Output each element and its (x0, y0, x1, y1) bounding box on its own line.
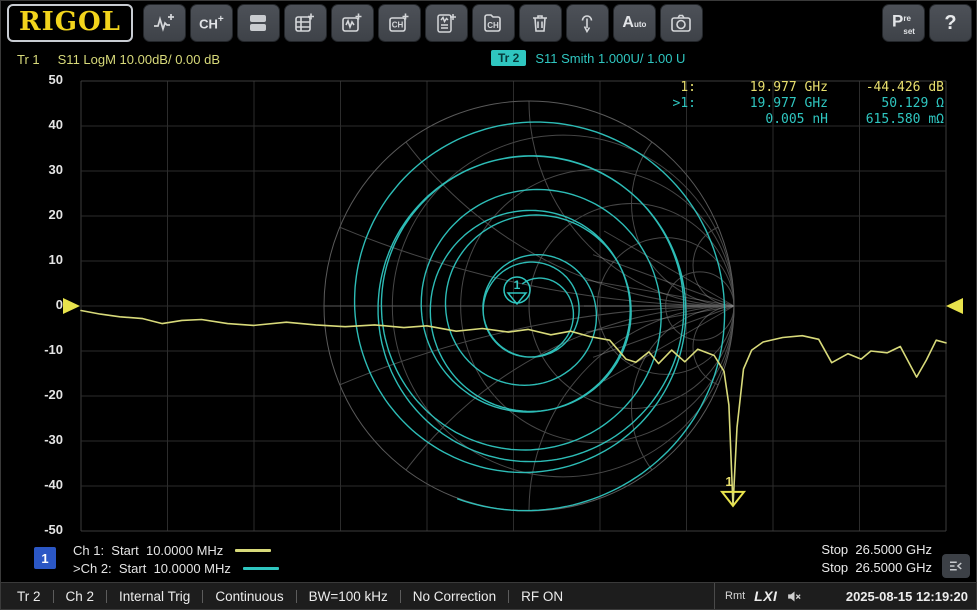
marker-stimulus: 19.977 GHz (696, 96, 828, 112)
trace2-settings: S11 Smith 1.000U/ 1.00 U (535, 51, 685, 66)
marker-stimulus: 0.005 nH (696, 112, 828, 128)
trace2-active-badge: Tr 2 (491, 50, 526, 66)
marker-id (656, 112, 696, 128)
marker-value: -44.426 dB (828, 80, 944, 96)
marker-value: 50.129 Ω (828, 96, 944, 112)
marker-stimulus: 19.977 GHz (696, 80, 828, 96)
trace2-color-swatch (243, 567, 279, 570)
status-correction[interactable]: No Correction (413, 589, 496, 604)
marker-readout: 1: 19.977 GHz -44.426 dB >1: 19.977 GHz … (656, 80, 944, 128)
remote-indicator: Rmt (725, 590, 745, 602)
channel1-start: Ch 1: Start 10.0000 MHz (73, 543, 223, 558)
channel2-stop: Stop 26.5000 GHz (821, 559, 932, 577)
y-axis-label: 50 (15, 72, 63, 87)
status-divider (106, 590, 107, 603)
status-active-channel[interactable]: Ch 2 (66, 589, 95, 604)
channel2-start: >Ch 2: Start 10.0000 MHz (73, 561, 231, 576)
status-rf[interactable]: RF ON (521, 589, 563, 604)
smith-marker-1: 1 (504, 277, 530, 304)
status-divider (508, 590, 509, 603)
trace1-settings: S11 LogM 10.00dB/ 0.00 dB (58, 52, 220, 67)
window-number-badge: 1 (34, 547, 56, 569)
channel-info: 1 Ch 1: Start 10.0000 MHz >Ch 2: Start 1… (1, 539, 977, 583)
svg-text:1: 1 (514, 278, 521, 292)
status-sweep-mode[interactable]: Continuous (215, 589, 283, 604)
trace1-label: Tr 1 (17, 52, 40, 67)
collapse-menu-icon (947, 557, 965, 575)
speaker-muted-icon[interactable] (786, 588, 803, 605)
y-axis-label: 10 (15, 252, 63, 267)
status-divider (202, 590, 203, 603)
marker-id: 1: (656, 80, 696, 96)
marker-row: 0.005 nH 615.580 mΩ (656, 112, 944, 128)
status-trigger[interactable]: Internal Trig (119, 589, 190, 604)
y-axis-label: -30 (15, 432, 63, 447)
channel-rows: Ch 1: Start 10.0000 MHz >Ch 2: Start 10.… (73, 541, 279, 577)
svg-text:1: 1 (725, 474, 732, 489)
y-axis-label: 40 (15, 117, 63, 132)
status-bandwidth[interactable]: BW=100 kHz (309, 589, 388, 604)
status-divider (53, 590, 54, 603)
y-axis-label: 20 (15, 207, 63, 222)
status-divider (400, 590, 401, 603)
y-axis-label: -40 (15, 477, 63, 492)
lxi-indicator: LXI (754, 588, 777, 604)
trace1-color-swatch (235, 549, 271, 552)
trace2-info[interactable]: Tr 2 S11 Smith 1.000U/ 1.00 U (491, 50, 685, 66)
y-axis-label: -10 (15, 342, 63, 357)
y-axis-label: 0 (15, 297, 63, 312)
channel1-stop: Stop 26.5000 GHz (821, 541, 932, 559)
marker-value: 615.580 mΩ (828, 112, 944, 128)
channel1-row[interactable]: Ch 1: Start 10.0000 MHz (73, 541, 279, 559)
channel2-row[interactable]: >Ch 2: Start 10.0000 MHz (73, 559, 279, 577)
marker-id: >1: (656, 96, 696, 112)
marker-row: >1: 19.977 GHz 50.129 Ω (656, 96, 944, 112)
status-divider (296, 590, 297, 603)
marker-row: 1: 19.977 GHz -44.426 dB (656, 80, 944, 96)
status-active-trace[interactable]: Tr 2 (17, 589, 41, 604)
collapse-menu-button[interactable] (942, 554, 970, 578)
trace1-info[interactable]: Tr 1 S11 LogM 10.00dB/ 0.00 dB (17, 52, 220, 67)
ref-level-triangle-right (946, 298, 963, 314)
stop-frequencies: Stop 26.5000 GHz Stop 26.5000 GHz (821, 541, 932, 577)
y-axis-label: -50 (15, 522, 63, 537)
datetime: 2025-08-15 12:19:20 (846, 589, 968, 604)
y-axis-label: -20 (15, 387, 63, 402)
ref-level-triangle-left (63, 298, 80, 314)
system-status-box: Rmt LXI 2025-08-15 12:19:20 (714, 583, 977, 609)
status-bar: Tr 2 Ch 2 Internal Trig Continuous BW=10… (1, 582, 977, 609)
y-axis-label: 30 (15, 162, 63, 177)
vna-screen: RIGOL CH+ CH (0, 0, 977, 610)
